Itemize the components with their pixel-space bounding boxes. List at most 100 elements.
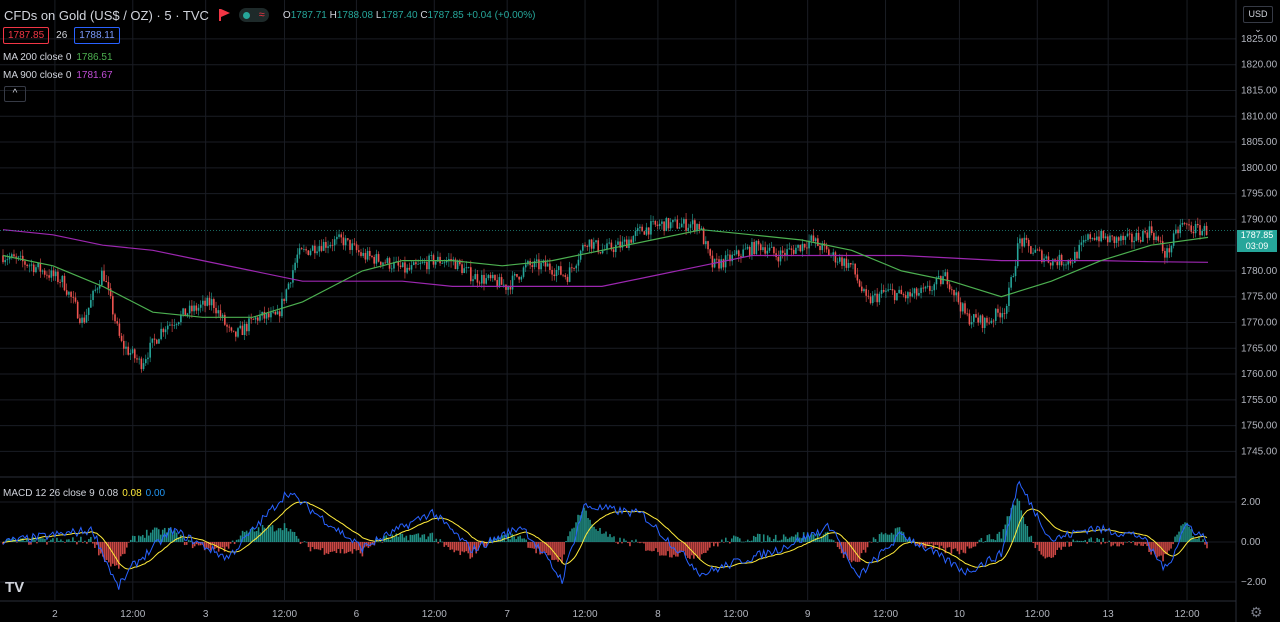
macd-histogram-bar bbox=[421, 534, 424, 542]
candle-body bbox=[199, 304, 202, 308]
macd-histogram-bar bbox=[543, 542, 545, 552]
macd-histogram-bar bbox=[1050, 542, 1053, 558]
candle-body bbox=[832, 252, 835, 256]
macd-histogram-bar bbox=[1020, 510, 1023, 542]
macd-histogram-bar bbox=[525, 539, 527, 542]
macd-histogram-bar bbox=[555, 542, 557, 560]
candle-body bbox=[419, 262, 422, 264]
macd-histogram-bar bbox=[233, 542, 236, 545]
candle-body bbox=[254, 317, 257, 320]
macd-histogram-bar bbox=[131, 535, 134, 542]
candle-body bbox=[498, 277, 501, 288]
candle-body bbox=[828, 249, 830, 256]
macd-histogram-bar bbox=[135, 541, 138, 543]
candle-body bbox=[13, 254, 15, 257]
candle-body bbox=[1153, 233, 1155, 241]
candle-body bbox=[232, 330, 235, 332]
candle-body bbox=[144, 359, 147, 364]
candle-body bbox=[76, 301, 79, 319]
candle-body bbox=[698, 224, 701, 230]
ask-button[interactable]: 1788.11 bbox=[74, 27, 120, 44]
macd-histogram-bar bbox=[613, 536, 615, 542]
tradingview-logo[interactable]: TV bbox=[5, 579, 24, 596]
candle-body bbox=[674, 219, 676, 221]
candle-body bbox=[318, 246, 321, 252]
candle-body bbox=[571, 267, 573, 269]
macd-histogram-bar bbox=[780, 539, 783, 542]
ma200-legend[interactable]: MA 200 close 0 1786.51 bbox=[3, 52, 113, 63]
candle-body bbox=[1014, 266, 1017, 277]
macd-histogram-bar bbox=[405, 535, 408, 542]
macd-histogram-bar bbox=[453, 542, 456, 553]
macd-histogram-bar bbox=[563, 542, 565, 555]
macd-histogram-bar bbox=[601, 533, 603, 542]
candle-body bbox=[379, 261, 382, 265]
macd-histogram-bar bbox=[667, 542, 669, 552]
candle-body bbox=[1168, 248, 1171, 253]
macd-histogram-bar bbox=[1204, 542, 1206, 545]
price-chart[interactable]: 1745.00 1750.00 1755.00 1760.00 1765.00 1770.… bbox=[0, 0, 1280, 622]
candle-body bbox=[465, 267, 468, 269]
macd-histogram-bar bbox=[181, 537, 184, 542]
candle-body bbox=[900, 289, 903, 295]
macd-histogram-bar bbox=[1116, 542, 1118, 547]
macd-histogram-bar bbox=[215, 542, 218, 548]
macd-line bbox=[2, 480, 1208, 590]
price-tick-label: 1810.00 bbox=[1241, 111, 1278, 122]
macd-histogram-bar bbox=[884, 533, 887, 542]
settings-gear-icon[interactable]: ⚙ bbox=[1250, 604, 1263, 621]
macd-histogram-bar bbox=[74, 540, 76, 542]
macd-histogram-bar bbox=[1170, 542, 1172, 549]
macd-histogram-bar bbox=[1042, 542, 1045, 557]
macd-histogram-bar bbox=[36, 542, 38, 544]
macd-histogram-bar bbox=[764, 541, 767, 542]
macd-histogram-bar bbox=[323, 542, 326, 555]
macd-histogram-bar bbox=[1144, 542, 1146, 545]
macd-histogram-bar bbox=[645, 542, 647, 551]
candle-body bbox=[759, 244, 762, 251]
macd-histogram-bar bbox=[122, 542, 124, 555]
market-status-icon[interactable]: ≈ bbox=[238, 8, 269, 22]
macd-histogram-bar bbox=[80, 536, 82, 542]
flag-icon[interactable] bbox=[217, 8, 231, 22]
candle-body bbox=[41, 270, 44, 272]
candle-body bbox=[500, 277, 503, 285]
ma900-label: MA 900 close 0 bbox=[3, 70, 72, 81]
candle-body bbox=[432, 255, 435, 265]
candle-body bbox=[1144, 231, 1146, 233]
candle-body bbox=[691, 220, 694, 225]
symbol-title[interactable]: CFDs on Gold (US$ / OZ) · 5 · TVC bbox=[4, 8, 209, 23]
bid-button[interactable]: 1787.85 bbox=[3, 27, 50, 44]
ma900-legend[interactable]: MA 900 close 0 1781.67 bbox=[3, 70, 113, 81]
candle-body bbox=[854, 263, 856, 275]
macd-histogram-bar bbox=[950, 542, 953, 554]
candle-body bbox=[819, 245, 821, 251]
macd-histogram-bar bbox=[143, 537, 146, 542]
macd-legend[interactable]: MACD 12 26 close 9 0.08 0.08 0.00 bbox=[3, 488, 165, 499]
macd-histogram-bar bbox=[647, 542, 649, 551]
macd-histogram-bar bbox=[974, 542, 977, 547]
macd-histogram-bar bbox=[890, 532, 893, 542]
candle-body bbox=[112, 296, 114, 315]
candle-body bbox=[24, 261, 26, 265]
macd-histogram-bar bbox=[179, 534, 182, 542]
candle-body bbox=[336, 236, 338, 240]
macd-histogram-bar bbox=[427, 536, 430, 542]
collapse-legend-button[interactable]: ^ bbox=[4, 86, 26, 102]
macd-histogram-bar bbox=[123, 542, 126, 554]
candle-body bbox=[173, 325, 176, 326]
candle-body bbox=[289, 282, 292, 284]
macd-histogram-bar bbox=[1126, 542, 1128, 543]
macd-histogram-bar bbox=[297, 538, 300, 542]
candle-body bbox=[131, 349, 134, 354]
macd-histogram-bar bbox=[1112, 542, 1114, 546]
currency-selector[interactable]: USD ⌄ bbox=[1243, 6, 1273, 34]
candle-body bbox=[1098, 236, 1100, 242]
candle-body bbox=[1201, 230, 1204, 236]
candle-body bbox=[204, 300, 206, 306]
macd-histogram-bar bbox=[1052, 542, 1055, 558]
macd-histogram-bar bbox=[90, 537, 92, 542]
candle-body bbox=[661, 221, 663, 224]
candle-body bbox=[1126, 233, 1129, 237]
macd-histogram-bar bbox=[1120, 542, 1122, 544]
